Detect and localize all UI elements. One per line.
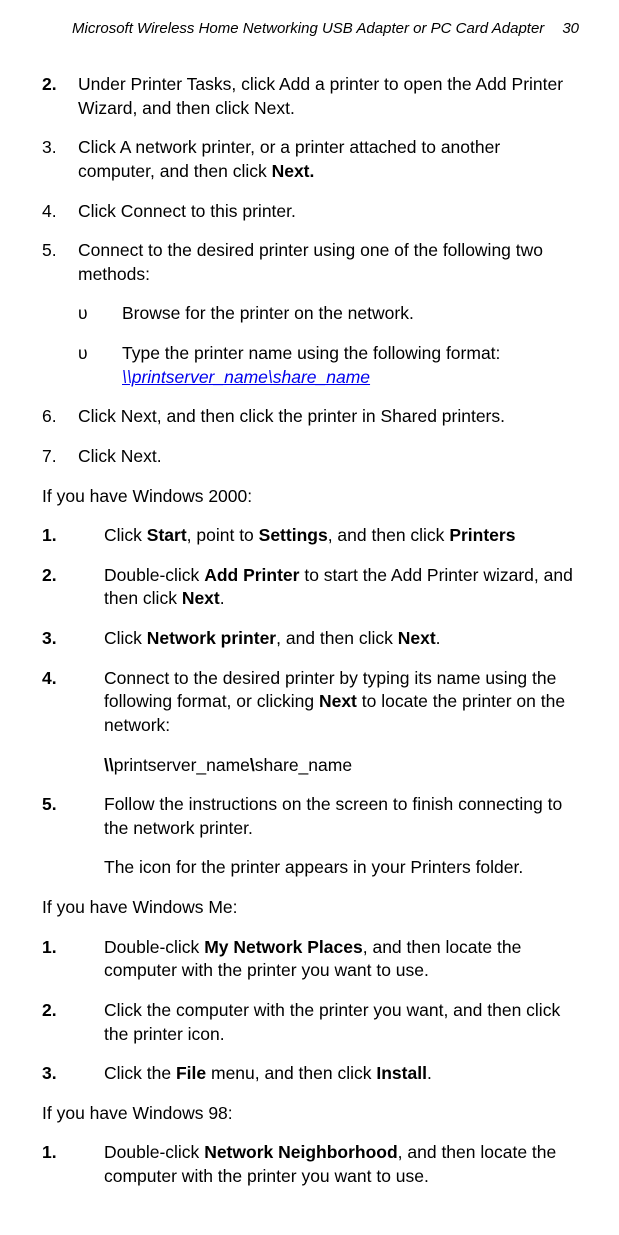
step-text: Click Connect to this printer.: [78, 200, 579, 224]
winme-step-2: 2. Click the computer with the printer y…: [42, 999, 579, 1046]
step-text: Connect to the desired printer by typing…: [104, 667, 579, 738]
bullet-text: Browse for the printer on the network.: [122, 302, 579, 326]
step-6: 6. Click Next, and then click the printe…: [42, 405, 579, 429]
step-number: 2.: [42, 73, 78, 120]
winme-step-3: 3. Click the File menu, and then click I…: [42, 1062, 579, 1086]
step-number: 1.: [42, 1141, 104, 1188]
step-text: Click A network printer, or a printer at…: [78, 136, 579, 183]
step-7: 7. Click Next.: [42, 445, 579, 469]
step-number: 3.: [42, 627, 104, 651]
step-text: Connect to the desired printer using one…: [78, 239, 579, 286]
step-number: 2.: [42, 999, 104, 1046]
step-text: Double-click Network Neighborhood, and t…: [104, 1141, 579, 1188]
unc-path-link[interactable]: \\printserver_name\share_name: [122, 367, 370, 387]
bullet-text: Type the printer name using the followin…: [122, 342, 579, 389]
win2000-step-2: 2. Double-click Add Printer to start the…: [42, 564, 579, 611]
bullet-marker: υ: [78, 302, 122, 326]
page-number: 30: [562, 20, 579, 37]
win98-step-1: 1. Double-click Network Neighborhood, an…: [42, 1141, 579, 1188]
step-number: 2.: [42, 564, 104, 611]
document-page: Microsoft Wireless Home Networking USB A…: [0, 0, 619, 1235]
step-text: Click Next.: [78, 445, 579, 469]
step-number: 3.: [42, 1062, 104, 1086]
heading-winme: If you have Windows Me:: [42, 896, 579, 920]
step-4: 4. Click Connect to this printer.: [42, 200, 579, 224]
step-text: Click the File menu, and then click Inst…: [104, 1062, 579, 1086]
step-text: Follow the instructions on the screen to…: [104, 793, 579, 840]
step-number: 1.: [42, 524, 104, 548]
step-text: Under Printer Tasks, click Add a printer…: [78, 73, 579, 120]
win2000-step-3: 3. Click Network printer, and then click…: [42, 627, 579, 651]
step-number: 7.: [42, 445, 78, 469]
page-header: Microsoft Wireless Home Networking USB A…: [42, 20, 579, 37]
step-2: 2. Under Printer Tasks, click Add a prin…: [42, 73, 579, 120]
step-text: Double-click Add Printer to start the Ad…: [104, 564, 579, 611]
header-title: Microsoft Wireless Home Networking USB A…: [72, 20, 544, 37]
step-number: 4.: [42, 667, 104, 738]
bullet-marker: υ: [78, 342, 122, 389]
step-number: 3.: [42, 136, 78, 183]
heading-win2000: If you have Windows 2000:: [42, 485, 579, 509]
winme-step-1: 1. Double-click My Network Places, and t…: [42, 936, 579, 983]
bullet-1: υ Browse for the printer on the network.: [42, 302, 579, 326]
unc-path-example: \\printserver_name\share_name: [42, 754, 579, 778]
step-number: 4.: [42, 200, 78, 224]
win2000-note: The icon for the printer appears in your…: [42, 856, 579, 880]
heading-win98: If you have Windows 98:: [42, 1102, 579, 1126]
step-text: Click the computer with the printer you …: [104, 999, 579, 1046]
win2000-step-5: 5. Follow the instructions on the screen…: [42, 793, 579, 840]
bullet-2: υ Type the printer name using the follow…: [42, 342, 579, 389]
step-text: Click Network printer, and then click Ne…: [104, 627, 579, 651]
step-number: 1.: [42, 936, 104, 983]
step-text: Double-click My Network Places, and then…: [104, 936, 579, 983]
step-text: Click Start, point to Settings, and then…: [104, 524, 579, 548]
step-5: 5. Connect to the desired printer using …: [42, 239, 579, 286]
step-number: 5.: [42, 793, 104, 840]
step-number: 5.: [42, 239, 78, 286]
step-number: 6.: [42, 405, 78, 429]
win2000-step-1: 1. Click Start, point to Settings, and t…: [42, 524, 579, 548]
step-text: Click Next, and then click the printer i…: [78, 405, 579, 429]
step-3: 3. Click A network printer, or a printer…: [42, 136, 579, 183]
win2000-step-4: 4. Connect to the desired printer by typ…: [42, 667, 579, 738]
